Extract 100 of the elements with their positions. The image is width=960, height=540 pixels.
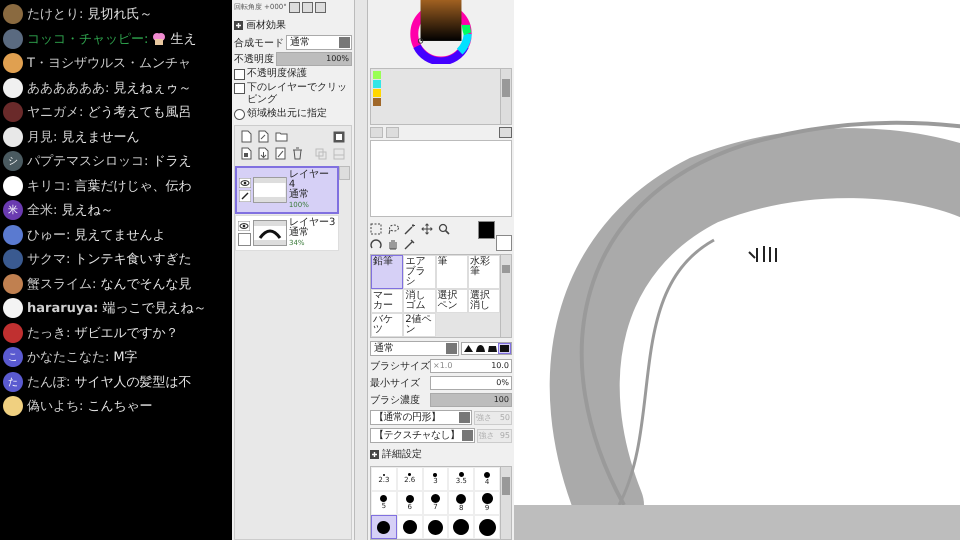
density-label: ブラシ濃度 — [370, 394, 421, 407]
page-icon[interactable] — [241, 147, 252, 160]
eye-icon[interactable] — [239, 178, 251, 188]
layer-mode: 通常 — [289, 228, 310, 238]
brush-tool[interactable]: マーカー — [371, 289, 404, 313]
layer-name: レイヤー4 — [288, 170, 330, 190]
chat-message: M字 — [113, 349, 138, 366]
scrollbar[interactable] — [500, 467, 511, 539]
chat-author: パプテマスシロッコ: — [27, 153, 148, 170]
chat-author: たんぽ: — [27, 374, 70, 391]
avatar-icon: シ — [3, 151, 23, 172]
scrollbar[interactable] — [339, 166, 350, 180]
chat-message: どう考えても風呂 — [87, 104, 192, 122]
color-swatch[interactable] — [373, 80, 381, 88]
chat-message: ザビエルですか？ — [74, 324, 178, 342]
min-size-field[interactable]: 0% — [430, 376, 512, 390]
chat-message: 見えませーん — [61, 128, 140, 146]
tip-shape-icon[interactable] — [475, 344, 486, 353]
chat-message: 見切れ氏～ — [87, 6, 152, 24]
eyedropper-icon[interactable] — [404, 238, 416, 250]
rotate-icon[interactable] — [370, 238, 382, 250]
zoom-icon[interactable] — [438, 222, 450, 234]
size-preset[interactable] — [371, 515, 397, 539]
page-icon[interactable] — [275, 147, 286, 160]
strength-field: 強さ 95 — [476, 428, 512, 442]
chat-author: コッコ・チャッピー: — [27, 30, 148, 48]
checkbox[interactable] — [234, 83, 245, 94]
merge-icon — [315, 148, 327, 160]
square-icon[interactable] — [333, 130, 345, 142]
opacity-slider[interactable]: 100% — [276, 52, 352, 66]
min-size-label: 最小サイズ — [370, 376, 421, 390]
avatar-icon: 米 — [3, 200, 23, 220]
chat-author: かなたこなた: — [27, 349, 110, 366]
chat-author: 全米: — [27, 202, 58, 220]
color-swatch[interactable] — [373, 89, 381, 98]
page-icon[interactable] — [241, 130, 252, 143]
chat-message: 見えね～ — [61, 202, 114, 220]
avatar-icon: こ — [3, 347, 23, 368]
brush-tool[interactable]: 筆 — [436, 255, 468, 289]
brush-tool[interactable]: エアブラシ — [403, 255, 436, 289]
blend-mode-label: 合成モード — [234, 36, 284, 50]
chat-author: ああああああ: — [27, 80, 110, 97]
brush-mode-select[interactable]: 通常 — [370, 341, 459, 356]
chat-author: キリコ: — [27, 178, 70, 195]
opacity-label: 不透明度 — [234, 52, 274, 66]
move-icon[interactable] — [421, 222, 433, 234]
option-label: 領域検出元に指定 — [247, 108, 327, 120]
texture-select[interactable]: 【テクスチャなし】 — [370, 428, 474, 443]
chat-message: サイヤ人の髪型は不 — [74, 374, 192, 391]
trash-icon[interactable] — [292, 147, 303, 160]
color-swatch[interactable] — [373, 71, 381, 80]
color-swatch[interactable] — [373, 98, 381, 106]
eye-icon[interactable] — [238, 220, 250, 230]
shape-select[interactable]: 【通常の円形】 — [370, 410, 472, 425]
primary-color[interactable] — [478, 221, 496, 239]
option-label: 下のレイヤーでクリッピング — [247, 82, 348, 106]
chat-author: T・ヨシザウルス・ムンチャ — [27, 55, 191, 72]
brush-tool[interactable]: バケツ — [371, 313, 404, 337]
plus-icon[interactable] — [370, 450, 379, 458]
tip-shape-icon[interactable] — [463, 344, 474, 353]
panel-scrollbar[interactable] — [354, 0, 368, 540]
chat-message: 生え — [170, 30, 196, 48]
scrollbar[interactable] — [500, 255, 511, 337]
chat-message: 端っこで見えね～ — [102, 300, 206, 318]
hand-icon[interactable] — [387, 238, 399, 250]
chat-author: 偽いよち: — [27, 398, 84, 416]
plus-icon[interactable] — [234, 20, 243, 30]
chat-author: サクマ: — [27, 251, 70, 268]
brush-tool[interactable]: 消しゴム — [403, 289, 436, 313]
brush-tool[interactable]: 水彩筆 — [468, 255, 500, 289]
chat-author: たっき: — [27, 324, 70, 342]
chat-message: トンテキ食いすぎた — [74, 251, 192, 268]
page-icon[interactable] — [258, 147, 269, 160]
page-icon[interactable] — [258, 130, 269, 143]
brush-size-field[interactable]: ×1.0 10.0 — [430, 359, 512, 373]
brush-tool[interactable]: 選択ペン — [436, 289, 468, 313]
secondary-color[interactable] — [496, 235, 512, 251]
option-label: 不透明度保護 — [247, 68, 307, 80]
chat-author: ヤニガメ: — [27, 104, 84, 122]
pencil-icon — [239, 190, 251, 202]
brush-tool[interactable]: 2値ペン — [403, 313, 436, 337]
brush-tool[interactable]: 選択消し — [468, 289, 500, 313]
merge-icon — [333, 148, 345, 160]
blend-mode-select[interactable]: 通常 — [286, 35, 352, 50]
chat-message: こんちゃー — [87, 398, 152, 416]
wand-icon[interactable] — [404, 222, 416, 234]
chat-author: 蟹スライム: — [27, 276, 96, 293]
selection-icon[interactable] — [370, 222, 382, 234]
tip-shape-icon[interactable] — [499, 344, 510, 353]
lock-checkbox[interactable] — [238, 232, 251, 246]
scrollbar[interactable] — [500, 69, 511, 124]
lasso-icon[interactable] — [387, 222, 399, 234]
folder-icon[interactable] — [275, 131, 288, 142]
chat-author: ひゅー: — [27, 226, 70, 244]
checkbox[interactable] — [234, 69, 245, 80]
density-slider[interactable]: 100 — [430, 393, 512, 407]
brush-tool[interactable]: 鉛筆 — [371, 255, 404, 289]
tip-shape-icon[interactable] — [487, 344, 498, 353]
radio-button[interactable] — [234, 109, 245, 120]
chat-message: なんでそんな見 — [100, 276, 192, 293]
